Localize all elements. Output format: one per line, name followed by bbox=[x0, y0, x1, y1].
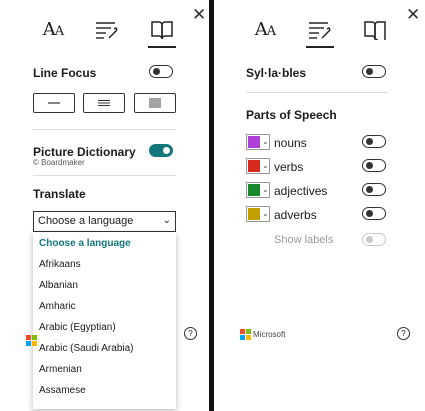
divider bbox=[33, 129, 176, 130]
five-lines-icon bbox=[149, 98, 161, 108]
chevron-down-icon: ⌄ bbox=[262, 209, 269, 218]
picture-dictionary-toggle[interactable] bbox=[149, 144, 173, 157]
three-lines-icon bbox=[98, 100, 110, 106]
language-select[interactable]: Choose a language ⌄ bbox=[33, 211, 176, 232]
language-option[interactable]: Albanian bbox=[39, 280, 78, 291]
reading-preferences-icon bbox=[364, 21, 386, 40]
adverbs-label: adverbs bbox=[274, 208, 317, 222]
active-tab-indicator bbox=[306, 46, 334, 48]
grammar-options-tab[interactable] bbox=[92, 18, 122, 42]
close-icon[interactable]: ✕ bbox=[406, 6, 420, 23]
language-option[interactable]: Arabic (Saudi Arabia) bbox=[39, 343, 134, 354]
adverbs-color-picker[interactable]: ⌄ bbox=[246, 206, 270, 222]
nouns-color-picker[interactable]: ⌄ bbox=[246, 134, 270, 150]
reading-preferences-tab[interactable] bbox=[147, 18, 177, 42]
microsoft-logo-icon bbox=[240, 329, 251, 340]
translate-label: Translate bbox=[33, 187, 86, 201]
adjectives-toggle[interactable] bbox=[362, 183, 386, 196]
text-preferences-tab[interactable]: AA bbox=[250, 18, 280, 42]
line-focus-three-lines-button[interactable] bbox=[83, 93, 125, 113]
chevron-down-icon: ⌄ bbox=[262, 185, 269, 194]
adjectives-color-picker[interactable]: ⌄ bbox=[246, 182, 270, 198]
reading-preferences-panel: AA ✕ Line Focus Picture Dictionary © Boa… bbox=[0, 0, 209, 411]
grammar-options-icon bbox=[309, 22, 331, 39]
adverbs-toggle[interactable] bbox=[362, 207, 386, 220]
color-swatch bbox=[248, 208, 260, 220]
reading-preferences-tab[interactable] bbox=[360, 18, 390, 42]
language-option[interactable]: Armenian bbox=[39, 364, 82, 375]
text-preferences-tab[interactable]: AA bbox=[38, 18, 68, 42]
language-select-value: Choose a language bbox=[38, 215, 134, 227]
language-option[interactable]: Choose a language bbox=[39, 238, 131, 249]
close-icon[interactable]: ✕ bbox=[192, 6, 206, 23]
line-focus-five-lines-button[interactable] bbox=[134, 93, 176, 113]
grammar-options-icon bbox=[96, 22, 118, 39]
divider bbox=[246, 92, 389, 93]
active-tab-indicator bbox=[148, 46, 176, 48]
syllables-toggle[interactable] bbox=[362, 65, 386, 78]
line-focus-toggle[interactable] bbox=[149, 65, 173, 78]
language-dropdown-list: Choose a language Afrikaans Albanian Amh… bbox=[33, 232, 176, 409]
divider bbox=[33, 175, 176, 176]
verbs-label: verbs bbox=[274, 160, 304, 174]
show-labels-label: Show labels bbox=[274, 234, 334, 246]
chevron-down-icon: ⌄ bbox=[262, 161, 269, 170]
language-option[interactable]: Arabic (Egyptian) bbox=[39, 322, 116, 333]
chevron-down-icon: ⌄ bbox=[162, 215, 171, 226]
microsoft-brand-text: Microsoft bbox=[253, 330, 286, 339]
verbs-color-picker[interactable]: ⌄ bbox=[246, 158, 270, 174]
verbs-toggle[interactable] bbox=[362, 159, 386, 172]
color-swatch bbox=[248, 136, 260, 148]
one-line-icon bbox=[48, 102, 60, 104]
color-swatch bbox=[248, 160, 260, 172]
reading-preferences-icon bbox=[151, 21, 173, 40]
color-swatch bbox=[248, 184, 260, 196]
language-option[interactable]: Amharic bbox=[39, 301, 76, 312]
line-focus-label: Line Focus bbox=[33, 66, 97, 80]
adjectives-label: adjectives bbox=[274, 184, 328, 198]
parts-of-speech-title: Parts of Speech bbox=[246, 108, 337, 122]
language-option[interactable]: Assamese bbox=[39, 385, 86, 396]
nouns-toggle[interactable] bbox=[362, 135, 386, 148]
language-option[interactable]: Afrikaans bbox=[39, 259, 81, 270]
syllables-label: Syl·la·bles bbox=[246, 66, 307, 80]
picture-dictionary-attribution: © Boardmaker bbox=[33, 158, 85, 167]
help-icon[interactable]: ? bbox=[397, 327, 410, 340]
chevron-down-icon: ⌄ bbox=[262, 137, 269, 146]
text-preferences-icon: AA bbox=[42, 19, 64, 40]
line-focus-one-line-button[interactable] bbox=[33, 93, 75, 113]
grammar-options-tab[interactable] bbox=[305, 18, 335, 42]
show-labels-toggle[interactable] bbox=[362, 233, 386, 246]
nouns-label: nouns bbox=[274, 136, 307, 150]
help-icon[interactable]: ? bbox=[184, 327, 197, 340]
microsoft-logo-icon bbox=[26, 335, 37, 346]
picture-dictionary-label: Picture Dictionary bbox=[33, 145, 136, 159]
text-preferences-icon: AA bbox=[254, 19, 276, 40]
